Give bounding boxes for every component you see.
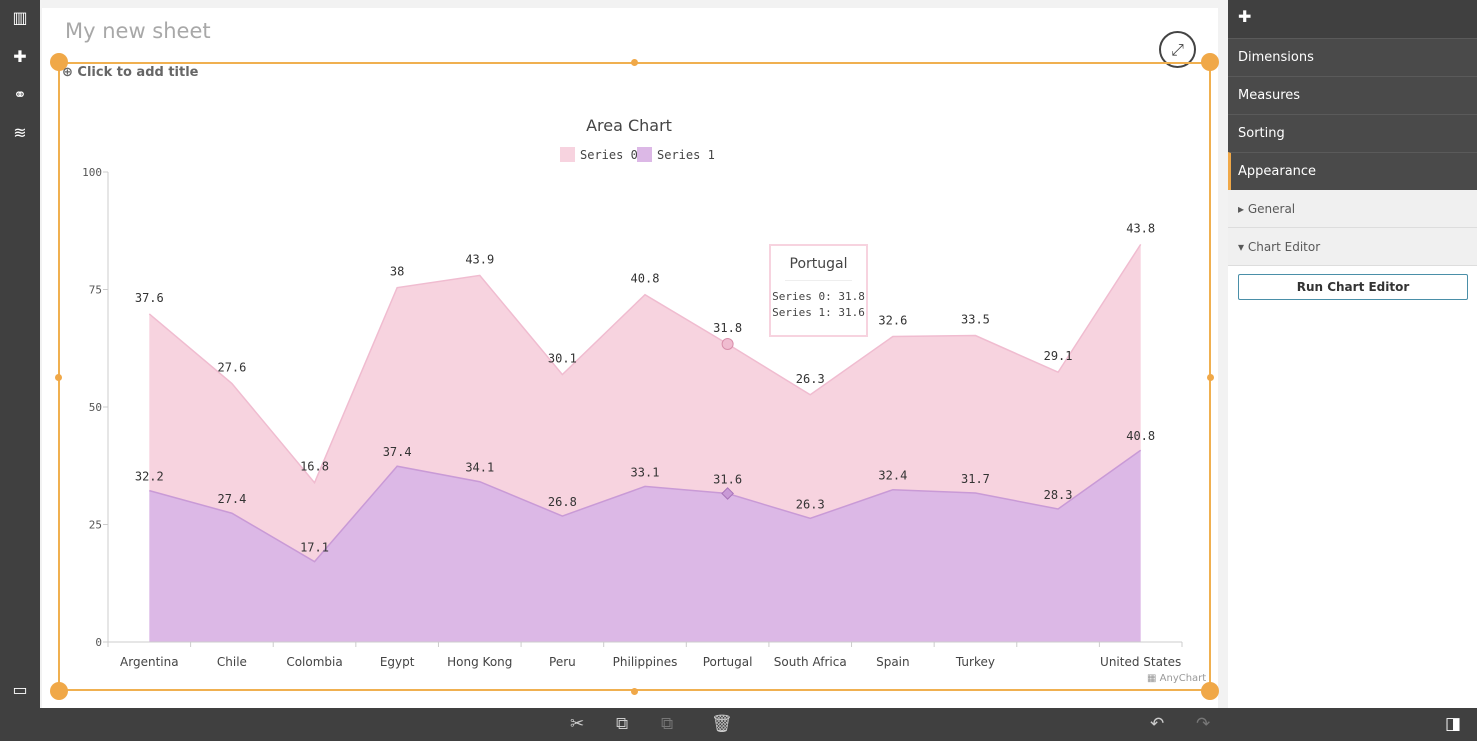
- resize-handle[interactable]: [1207, 374, 1214, 381]
- tooltip-title: Portugal: [785, 256, 852, 281]
- resize-handle[interactable]: [55, 374, 62, 381]
- credit-label: AnyChart: [1159, 673, 1207, 684]
- selected-object-frame[interactable]: [58, 62, 1211, 691]
- resize-handle[interactable]: [1201, 682, 1219, 700]
- add-title-label[interactable]: Click to add title: [77, 65, 198, 80]
- link-icon[interactable]: ⚭: [8, 83, 32, 107]
- tooltip: Portugal Series 0: 31.8 Series 1: 31.6: [769, 244, 868, 337]
- undo-icon[interactable]: ↶: [1150, 714, 1164, 734]
- delete-icon[interactable]: 🗑: [711, 714, 733, 734]
- resize-handle[interactable]: [631, 59, 638, 66]
- panel-sorting[interactable]: Sorting: [1228, 114, 1477, 152]
- cut-icon[interactable]: ✂: [570, 714, 584, 734]
- toggle-panel-icon[interactable]: ◨: [1445, 714, 1461, 734]
- section-label: General: [1247, 202, 1296, 216]
- copy-icon[interactable]: ⧉: [616, 714, 628, 734]
- redo-icon[interactable]: ↷: [1196, 714, 1210, 734]
- sheet-title[interactable]: My new sheet: [65, 19, 211, 43]
- chart-icon[interactable]: ▥: [8, 6, 32, 30]
- bottom-toolbar: ✂ ⧉ ⧉ 🗑 ↶ ↷ ◨: [0, 708, 1477, 741]
- script-icon[interactable]: ▭: [8, 678, 32, 702]
- puzzle-icon[interactable]: ✚: [8, 45, 32, 69]
- section-chart-editor[interactable]: ▾ Chart Editor: [1228, 228, 1477, 266]
- resize-handle[interactable]: [50, 682, 68, 700]
- left-toolbar: ▥ ✚ ⚭ ≋ ▭: [0, 0, 40, 708]
- resize-handle[interactable]: [1201, 53, 1219, 71]
- panel-measures[interactable]: Measures: [1228, 76, 1477, 114]
- resize-handle[interactable]: [631, 688, 638, 695]
- section-label: Chart Editor: [1247, 240, 1321, 254]
- puzzle-icon: ✚: [1228, 0, 1477, 38]
- properties-panel: ✚ Dimensions Measures Sorting Appearance…: [1228, 0, 1477, 708]
- anychart-credit[interactable]: ▦ AnyChart: [1147, 673, 1206, 684]
- tooltip-line: Series 1: 31.6: [772, 306, 865, 319]
- panel-dimensions[interactable]: Dimensions: [1228, 38, 1477, 76]
- add-title[interactable]: ⊕ Click to add title: [62, 65, 199, 80]
- paste-icon[interactable]: ⧉: [661, 714, 673, 734]
- tooltip-line: Series 0: 31.8: [772, 290, 865, 303]
- run-chart-editor-button[interactable]: Run Chart Editor: [1238, 274, 1468, 300]
- database-icon[interactable]: ≋: [8, 121, 32, 145]
- panel-appearance[interactable]: Appearance: [1228, 152, 1477, 190]
- section-general[interactable]: ▸ General: [1228, 190, 1477, 228]
